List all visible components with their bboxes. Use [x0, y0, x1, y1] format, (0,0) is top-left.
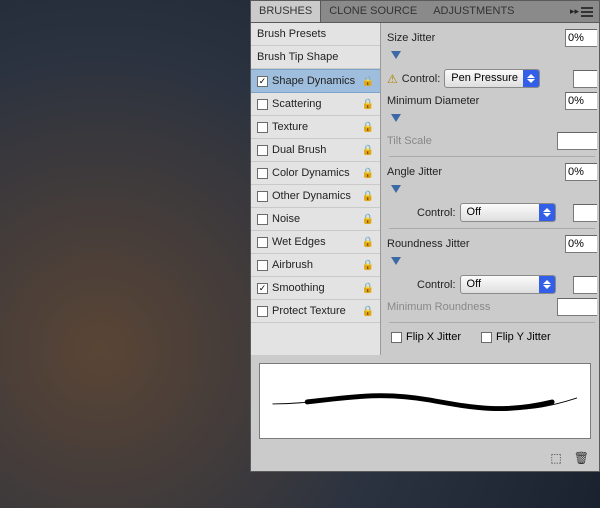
angle-jitter-field[interactable] [565, 163, 597, 181]
sidebar-item-label: Dual Brush [272, 144, 326, 156]
sidebar-item-label: Color Dynamics [272, 167, 350, 179]
sidebar-item-color-dynamics[interactable]: Color Dynamics 🔒 [251, 162, 380, 185]
checkbox-icon[interactable] [257, 260, 268, 271]
sidebar-item-label: Smoothing [272, 282, 325, 294]
new-preset-icon[interactable]: ⬚ [550, 451, 561, 465]
lock-icon[interactable]: 🔒 [362, 122, 374, 133]
checkbox-icon[interactable] [257, 76, 268, 87]
size-jitter-slider[interactable] [389, 51, 595, 65]
sidebar-item-label: Shape Dynamics [272, 75, 355, 87]
brush-presets-label: Brush Presets [257, 28, 326, 40]
checkbox-icon[interactable] [257, 283, 268, 294]
sidebar-item-label: Airbrush [272, 259, 313, 271]
sidebar-item-shape-dynamics[interactable]: Shape Dynamics 🔒 [251, 69, 380, 93]
lock-icon[interactable]: 🔒 [362, 214, 374, 225]
trash-icon[interactable]: 🗑 [574, 451, 589, 465]
sidebar-item-noise[interactable]: Noise 🔒 [251, 208, 380, 231]
brush-presets-item[interactable]: Brush Presets [251, 23, 380, 46]
sidebar-item-label: Scattering [272, 98, 322, 110]
sidebar-item-scattering[interactable]: Scattering 🔒 [251, 93, 380, 116]
roundness-control-select[interactable]: Off [460, 275, 556, 294]
sidebar-item-smoothing[interactable]: Smoothing 🔒 [251, 277, 380, 300]
brush-settings-content: Size Jitter ⚠ Control: Pen Pressure Mini… [381, 23, 599, 355]
size-control-field[interactable] [573, 70, 597, 88]
brush-tip-shape-item[interactable]: Brush Tip Shape [251, 46, 380, 69]
checkbox-icon[interactable] [257, 237, 268, 248]
checkbox-icon[interactable] [257, 306, 268, 317]
sidebar-item-dual-brush[interactable]: Dual Brush 🔒 [251, 139, 380, 162]
brush-tip-shape-label: Brush Tip Shape [257, 51, 338, 63]
panel-footer: ⬚ 🗑 [251, 447, 599, 471]
lock-icon[interactable]: 🔒 [362, 283, 374, 294]
panel-tabs: BRUSHES CLONE SOURCE ADJUSTMENTS ▸▸ [251, 1, 599, 23]
flip-x-checkbox[interactable]: Flip X Jitter [391, 331, 461, 343]
size-control-label: Control: [402, 73, 441, 85]
panel-menu-icon[interactable]: ▸▸ [564, 1, 599, 22]
checkbox-icon[interactable] [257, 191, 268, 202]
lock-icon[interactable]: 🔒 [362, 99, 374, 110]
brush-options-sidebar: Brush Presets Brush Tip Shape Shape Dyna… [251, 23, 381, 355]
lock-icon[interactable]: 🔒 [362, 168, 374, 179]
roundness-jitter-label: Roundness Jitter [387, 238, 470, 250]
angle-control-select[interactable]: Off [460, 203, 556, 222]
size-control-select[interactable]: Pen Pressure [444, 69, 540, 88]
sidebar-item-label: Texture [272, 121, 308, 133]
tab-adjustments[interactable]: ADJUSTMENTS [425, 1, 522, 22]
angle-jitter-slider[interactable] [389, 185, 595, 199]
sidebar-item-wet-edges[interactable]: Wet Edges 🔒 [251, 231, 380, 254]
flip-y-label: Flip Y Jitter [496, 331, 551, 343]
roundness-jitter-slider[interactable] [389, 257, 595, 271]
checkbox-icon[interactable] [257, 168, 268, 179]
lock-icon[interactable]: 🔒 [362, 145, 374, 156]
sidebar-item-airbrush[interactable]: Airbrush 🔒 [251, 254, 380, 277]
sidebar-item-label: Other Dynamics [272, 190, 351, 202]
flip-x-label: Flip X Jitter [406, 331, 461, 343]
lock-icon[interactable]: 🔒 [362, 76, 374, 87]
sidebar-item-label: Noise [272, 213, 300, 225]
min-roundness-field [557, 298, 597, 316]
brush-stroke-preview [259, 363, 591, 439]
roundness-control-field[interactable] [573, 276, 597, 294]
size-jitter-field[interactable] [565, 29, 597, 47]
sidebar-item-texture[interactable]: Texture 🔒 [251, 116, 380, 139]
size-jitter-label: Size Jitter [387, 32, 435, 44]
flip-y-checkbox[interactable]: Flip Y Jitter [481, 331, 551, 343]
tilt-scale-field [557, 132, 597, 150]
min-diameter-slider[interactable] [389, 114, 595, 128]
lock-icon[interactable]: 🔒 [362, 191, 374, 202]
tilt-scale-label: Tilt Scale [387, 135, 432, 147]
sidebar-item-label: Wet Edges [272, 236, 326, 248]
tab-clone-source[interactable]: CLONE SOURCE [321, 1, 425, 22]
checkbox-icon[interactable] [257, 214, 268, 225]
min-diameter-field[interactable] [565, 92, 597, 110]
checkbox-icon[interactable] [257, 145, 268, 156]
min-diameter-label: Minimum Diameter [387, 95, 479, 107]
checkbox-icon[interactable] [257, 122, 268, 133]
brushes-panel: BRUSHES CLONE SOURCE ADJUSTMENTS ▸▸ Brus… [250, 0, 600, 472]
roundness-control-label: Control: [417, 279, 456, 291]
lock-icon[interactable]: 🔒 [362, 237, 374, 248]
warning-icon: ⚠ [387, 72, 398, 86]
min-roundness-label: Minimum Roundness [387, 301, 490, 313]
angle-control-label: Control: [417, 207, 456, 219]
checkbox-icon[interactable] [257, 99, 268, 110]
angle-control-field[interactable] [573, 204, 597, 222]
lock-icon[interactable]: 🔒 [362, 306, 374, 317]
sidebar-item-protect-texture[interactable]: Protect Texture 🔒 [251, 300, 380, 323]
lock-icon[interactable]: 🔒 [362, 260, 374, 271]
tab-brushes[interactable]: BRUSHES [251, 1, 321, 22]
roundness-jitter-field[interactable] [565, 235, 597, 253]
angle-jitter-label: Angle Jitter [387, 166, 442, 178]
sidebar-item-label: Protect Texture [272, 305, 346, 317]
sidebar-item-other-dynamics[interactable]: Other Dynamics 🔒 [251, 185, 380, 208]
